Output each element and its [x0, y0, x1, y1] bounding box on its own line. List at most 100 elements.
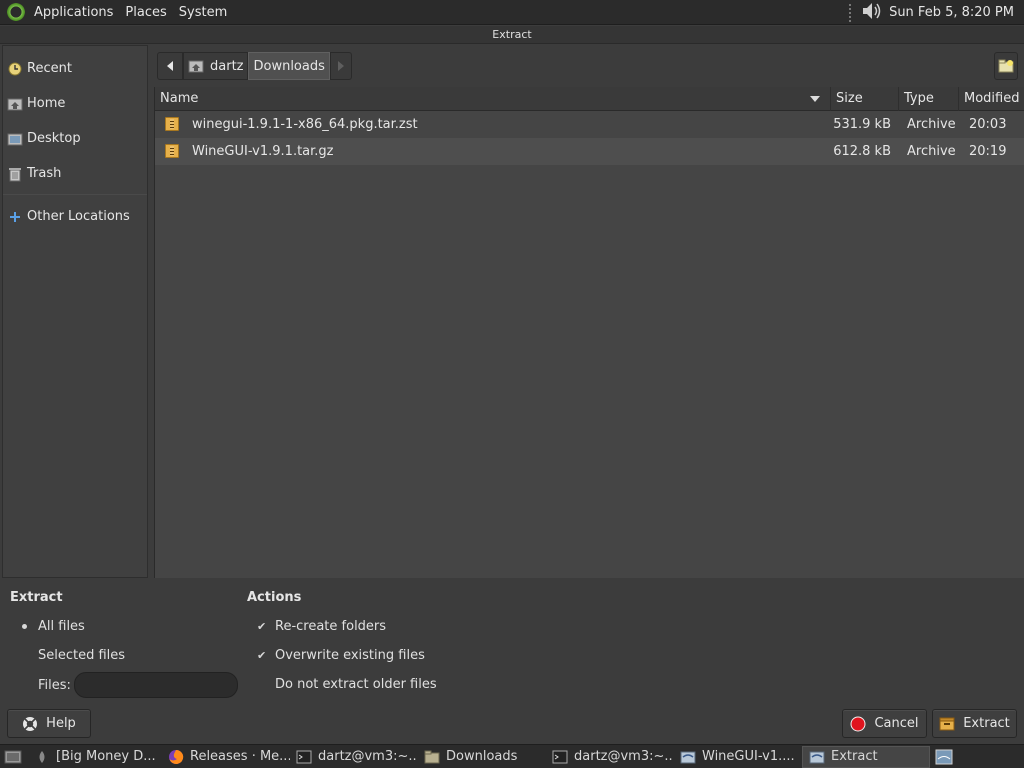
recreate-folders-checkbox[interactable]: ✔ Re-create folders	[257, 619, 386, 634]
file-size: 612.8 kB	[833, 144, 891, 159]
archive-extract-icon	[939, 717, 955, 730]
path-home-button[interactable]: dartz	[183, 52, 249, 80]
firefox-icon	[168, 749, 184, 765]
path-current-button[interactable]: Downloads	[248, 52, 330, 80]
taskbar-item-active[interactable]: Extract	[802, 745, 930, 768]
extract-options-panel: Extract All files Selected files Files: …	[0, 580, 1024, 744]
selected-files-label: Selected files	[38, 648, 126, 663]
terminal-icon	[296, 749, 312, 765]
all-files-radio[interactable]: All files	[20, 619, 85, 634]
column-header-size[interactable]: Size	[831, 87, 899, 111]
taskbar-item-label: [Big Money D...	[56, 749, 156, 764]
chevron-left-icon	[167, 61, 173, 71]
column-header-modified[interactable]: Modified	[959, 87, 1024, 111]
taskbar-item-label: dartz@vm3:~...	[318, 749, 418, 764]
actions-heading: Actions	[247, 590, 302, 605]
chevron-right-icon	[337, 61, 344, 71]
files-radio[interactable]: Files:	[20, 678, 71, 693]
sidebar-item-home[interactable]: Home	[3, 86, 147, 121]
radio-indicator	[20, 651, 30, 661]
file-modified: 20:03	[969, 117, 1007, 132]
archive-manager-icon	[680, 749, 696, 765]
file-modified: 20:19	[969, 144, 1007, 159]
checkbox-empty-indicator	[257, 680, 267, 690]
archive-icon	[165, 144, 179, 158]
show-desktop-button[interactable]	[0, 746, 28, 768]
places-sidebar: Recent Home Desktop Trash Other Location…	[2, 45, 148, 578]
distro-logo-icon[interactable]	[6, 2, 26, 22]
menu-applications[interactable]: Applications	[28, 0, 119, 25]
taskbar-item[interactable]: dartz@vm3:~...	[290, 746, 418, 768]
cancel-label: Cancel	[874, 716, 919, 731]
sidebar-item-desktop[interactable]: Desktop	[3, 121, 147, 156]
checkmark-icon: ✔	[257, 619, 267, 633]
file-size: 531.9 kB	[833, 117, 891, 132]
no-older-files-label: Do not extract older files	[275, 677, 437, 692]
file-list: Name Size Type Modified winegui-1.9.1-1-…	[154, 87, 1024, 578]
file-row[interactable]: WineGUI-v1.9.1.tar.gz 612.8 kB Archive 2…	[155, 138, 1024, 165]
column-header-name[interactable]: Name	[155, 87, 831, 111]
taskbar-item-label: Releases · Me...	[190, 749, 290, 764]
sidebar-separator	[3, 194, 147, 195]
radio-indicator	[20, 681, 30, 691]
cancel-button[interactable]: Cancel	[842, 709, 927, 738]
path-home-label: dartz	[210, 58, 244, 74]
extract-button[interactable]: Extract	[932, 709, 1017, 738]
terminal-icon	[552, 749, 568, 765]
menu-places[interactable]: Places	[119, 0, 172, 25]
checkmark-icon: ✔	[257, 648, 267, 662]
sidebar-item-label: Desktop	[27, 131, 81, 146]
taskbar-item[interactable]: WineGUI-v1....	[674, 746, 802, 768]
sidebar-item-trash[interactable]: Trash	[3, 156, 147, 191]
menu-system[interactable]: System	[173, 0, 233, 25]
sidebar-item-other-locations[interactable]: Other Locations	[3, 199, 147, 234]
selected-files-radio[interactable]: Selected files	[20, 648, 125, 663]
tray-separator	[849, 3, 852, 22]
overwrite-files-label: Overwrite existing files	[275, 648, 425, 663]
overwrite-files-checkbox[interactable]: ✔ Overwrite existing files	[257, 648, 425, 663]
new-folder-button[interactable]	[994, 52, 1018, 80]
taskbar-item[interactable]: Downloads	[418, 746, 546, 768]
file-name: WineGUI-v1.9.1.tar.gz	[192, 144, 334, 159]
sidebar-item-label: Home	[27, 96, 66, 111]
extract-heading: Extract	[10, 590, 63, 605]
file-type: Archive	[907, 144, 956, 159]
new-folder-icon	[998, 59, 1014, 73]
sidebar-item-recent[interactable]: Recent	[3, 51, 147, 86]
file-list-header: Name Size Type Modified	[155, 87, 1024, 111]
path-forward-button[interactable]	[329, 52, 352, 80]
help-button[interactable]: Help	[7, 709, 91, 738]
taskbar-item-label: dartz@vm3:~...	[574, 749, 674, 764]
volume-icon[interactable]	[861, 1, 883, 25]
file-name: winegui-1.9.1-1-x86_64.pkg.tar.zst	[192, 117, 418, 132]
home-icon	[188, 60, 204, 73]
taskbar-item[interactable]: [Big Money D...	[28, 746, 162, 768]
column-header-type[interactable]: Type	[899, 87, 959, 111]
workspace-icon	[935, 749, 953, 764]
stop-icon	[850, 716, 866, 731]
path-back-button[interactable]	[157, 52, 183, 80]
recent-icon	[7, 61, 23, 77]
sidebar-item-label: Recent	[27, 61, 72, 76]
file-type: Archive	[907, 117, 956, 132]
archive-manager-icon	[809, 749, 825, 765]
window-title: Extract	[0, 26, 1024, 44]
files-pattern-input[interactable]	[74, 672, 238, 698]
all-files-label: All files	[38, 619, 85, 634]
sidebar-item-label: Trash	[27, 166, 62, 181]
system-tray: Sun Feb 5, 8:20 PM	[849, 0, 1014, 25]
taskbar-item[interactable]: dartz@vm3:~...	[546, 746, 674, 768]
trash-icon	[7, 166, 23, 182]
plus-icon	[7, 209, 23, 225]
no-older-files-checkbox[interactable]: Do not extract older files	[257, 677, 437, 692]
workspace-switcher[interactable]	[930, 746, 958, 768]
help-label: Help	[46, 716, 76, 731]
application-icon	[34, 749, 50, 765]
taskbar-item-label: Downloads	[446, 749, 518, 764]
help-lifebuoy-icon	[23, 716, 38, 731]
radio-selected-indicator	[20, 622, 30, 632]
clock[interactable]: Sun Feb 5, 8:20 PM	[889, 5, 1014, 20]
home-icon	[7, 96, 23, 112]
taskbar-item[interactable]: Releases · Me...	[162, 746, 290, 768]
file-row[interactable]: winegui-1.9.1-1-x86_64.pkg.tar.zst 531.9…	[155, 111, 1024, 138]
